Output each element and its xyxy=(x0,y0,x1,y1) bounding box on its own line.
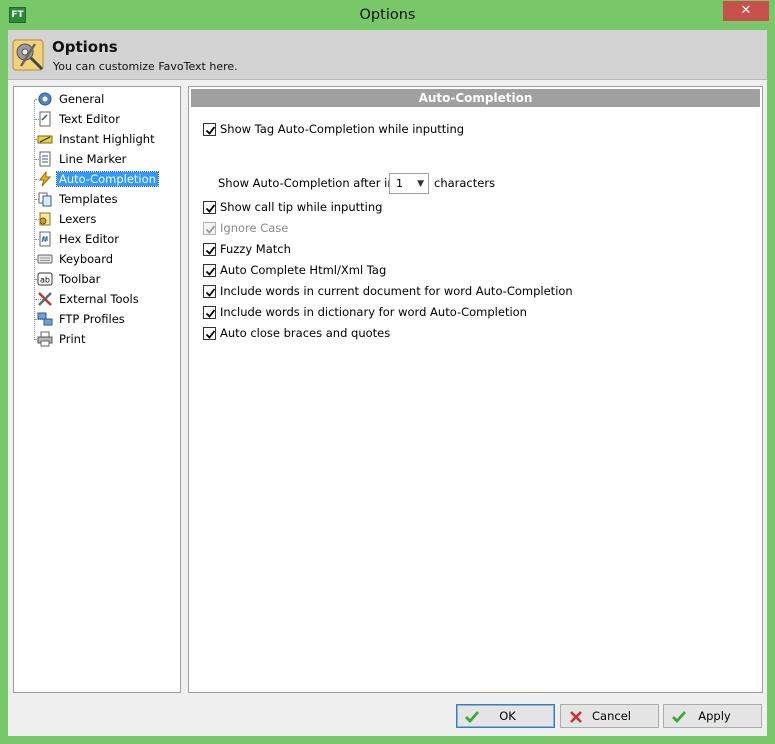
tree-item-hex-editor[interactable]: Hex Editor xyxy=(14,230,180,248)
document-icon xyxy=(39,111,51,127)
lightning-icon xyxy=(39,171,52,187)
tree-item-label: Line Marker xyxy=(59,152,127,166)
tree-item-label: Auto-Completion xyxy=(56,171,159,187)
checkbox-box[interactable] xyxy=(203,306,216,319)
tree-item-label: Keyboard xyxy=(59,252,114,266)
options-window: FT Options ✕ Options You can customize F… xyxy=(0,0,775,744)
tree-item-label: External Tools xyxy=(59,292,139,306)
tree-item-external-tools[interactable]: External Tools xyxy=(14,290,180,308)
window-title: Options xyxy=(359,7,416,23)
tree-item-templates[interactable]: Templates xyxy=(14,190,180,208)
tree-item-label: Toolbar xyxy=(59,272,101,286)
tree-item-toolbar[interactable]: ab Toolbar xyxy=(14,270,180,288)
header-title: Options xyxy=(52,38,118,56)
checkbox-label: Show Tag Auto-Completion while inputting xyxy=(220,122,465,136)
tree-item-label: Print xyxy=(59,332,86,346)
options-header: Options You can customize FavoText here. xyxy=(8,30,767,80)
tree-item-label: Templates xyxy=(59,192,118,206)
keyboard-icon xyxy=(37,254,53,264)
close-button[interactable]: ✕ xyxy=(723,1,769,21)
checkbox-box[interactable] xyxy=(203,264,216,277)
checkbox-box[interactable] xyxy=(203,123,216,136)
title-bar[interactable]: FT Options ✕ xyxy=(0,0,775,30)
gear-icon xyxy=(38,92,52,106)
cancel-button[interactable]: Cancel xyxy=(560,704,659,728)
ok-button-label: OK xyxy=(499,709,516,723)
tree-item-line-marker[interactable]: Line Marker xyxy=(14,150,180,168)
checkbox-box xyxy=(203,222,216,235)
checkbox-label: Include words in current document for wo… xyxy=(220,284,573,298)
templates-icon xyxy=(38,192,52,207)
tree-item-text-editor[interactable]: Text Editor xyxy=(14,110,180,128)
checkbox-box[interactable] xyxy=(203,243,216,256)
lexers-icon xyxy=(39,212,51,226)
client-area: Options You can customize FavoText here.… xyxy=(8,30,767,736)
ok-button[interactable]: OK xyxy=(456,704,555,728)
tools-icon xyxy=(38,292,52,306)
checkbox-label: Fuzzy Match xyxy=(220,242,291,256)
after-input-count-select[interactable]: 1 ▼ xyxy=(389,173,429,194)
svg-text:ab: ab xyxy=(40,276,50,285)
header-subtitle: You can customize FavoText here. xyxy=(53,60,238,73)
checkbox-label: Include words in dictionary for word Aut… xyxy=(220,305,527,319)
settings-tools-icon xyxy=(12,39,44,71)
tree-item-label: General xyxy=(59,92,105,106)
panel-title: Auto-Completion xyxy=(191,89,760,107)
printer-icon xyxy=(37,331,53,347)
tree-item-label: Text Editor xyxy=(59,112,120,126)
tree-item-ftp-profiles[interactable]: FTP Profiles xyxy=(14,310,180,328)
tree-item-label: FTP Profiles xyxy=(59,312,125,326)
tree-item-keyboard[interactable]: Keyboard xyxy=(14,250,180,268)
apply-button[interactable]: Apply xyxy=(663,704,762,728)
auto-completion-panel: Auto-Completion Show Tag Auto-Completion… xyxy=(188,86,763,693)
apply-button-label: Apply xyxy=(698,709,731,723)
tree-item-print[interactable]: Print xyxy=(14,330,180,348)
tree-item-lexers[interactable]: Lexers xyxy=(14,210,180,228)
checkbox-box[interactable] xyxy=(203,327,216,340)
checkbox-label: Show call tip while inputting xyxy=(220,200,383,214)
network-icon xyxy=(37,312,53,326)
checkbox-box[interactable] xyxy=(203,201,216,214)
tree-item-general[interactable]: General xyxy=(14,90,180,108)
checkbox-label: Ignore Case xyxy=(220,221,289,235)
hex-icon xyxy=(39,231,51,247)
checkbox-label: Auto Complete Html/Xml Tag xyxy=(220,263,387,277)
select-value: 1 xyxy=(396,177,403,190)
tree-item-label: Instant Highlight xyxy=(59,132,155,146)
line-marker-icon xyxy=(39,151,51,167)
cancel-button-label: Cancel xyxy=(592,709,631,723)
tree-item-auto-completion[interactable]: Auto-Completion xyxy=(14,170,180,188)
tree-item-instant-highlight[interactable]: Instant Highlight xyxy=(14,130,180,148)
after-input-label: Show Auto-Completion after input xyxy=(218,176,414,190)
checkbox-box[interactable] xyxy=(203,285,216,298)
after-input-unit: characters xyxy=(434,176,496,190)
highlighter-icon xyxy=(37,135,53,144)
toolbar-icon: ab xyxy=(37,272,53,286)
chevron-down-icon: ▼ xyxy=(417,179,424,189)
tree-item-label: Lexers xyxy=(59,212,97,226)
options-tree[interactable]: General Text Editor Instant Highlight Li… xyxy=(13,86,181,693)
tree-item-label: Hex Editor xyxy=(59,232,120,246)
checkbox-label: Auto close braces and quotes xyxy=(220,326,391,340)
